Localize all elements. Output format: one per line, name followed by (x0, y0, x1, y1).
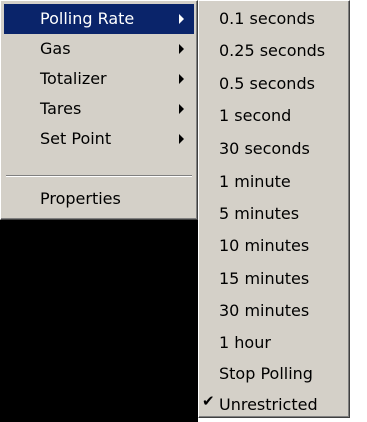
submenu-item-label: 30 minutes (219, 301, 310, 320)
submenu-item-stop-polling[interactable]: Stop Polling (202, 359, 346, 389)
submenu-item-30-minutes[interactable]: 30 minutes (202, 296, 346, 326)
menu-item-set-point[interactable]: Set Point (4, 124, 194, 154)
menu-item-polling-rate[interactable]: Polling Rate (4, 4, 194, 34)
submenu-item-label: Stop Polling (219, 364, 313, 383)
menu-item-label: Gas (40, 39, 71, 58)
background-window (0, 220, 198, 422)
menu-item-properties[interactable]: Properties (4, 184, 194, 214)
submenu-item-label: 5 minutes (219, 204, 300, 223)
menu-item-label: Totalizer (40, 69, 107, 88)
submenu-item-1-minute[interactable]: 1 minute (202, 167, 346, 197)
menu-item-label: Polling Rate (40, 9, 135, 28)
submenu-item-30-seconds[interactable]: 30 seconds (202, 134, 346, 164)
menu-item-label: Properties (40, 189, 121, 208)
submenu-arrow-icon (179, 44, 184, 54)
submenu-item-label: 1 second (219, 106, 292, 125)
submenu-item-0-25-seconds[interactable]: 0.25 seconds (202, 36, 346, 66)
context-menu: Polling Rate Gas Totalizer Tares Set Poi… (0, 0, 198, 220)
screen: Polling Rate Gas Totalizer Tares Set Poi… (0, 0, 367, 422)
submenu-item-label: 10 minutes (219, 236, 310, 255)
submenu-item-10-minutes[interactable]: 10 minutes (202, 231, 346, 261)
submenu-item-label: Unrestricted (219, 395, 318, 414)
submenu-item-label: 0.1 seconds (219, 9, 315, 28)
submenu-arrow-icon (179, 74, 184, 84)
submenu-item-label: 0.25 seconds (219, 41, 326, 60)
menu-item-label: Tares (40, 99, 82, 118)
checkmark-icon: ✔ (202, 392, 215, 410)
submenu-item-unrestricted[interactable]: ✔ Unrestricted (202, 390, 346, 420)
submenu-item-1-second[interactable]: 1 second (202, 101, 346, 131)
submenu-arrow-icon (179, 134, 184, 144)
polling-rate-submenu: 0.1 seconds 0.25 seconds 0.5 seconds 1 s… (198, 0, 350, 418)
submenu-arrow-icon (179, 104, 184, 114)
menu-separator (6, 175, 192, 177)
submenu-item-5-minutes[interactable]: 5 minutes (202, 199, 346, 229)
submenu-item-label: 1 minute (219, 172, 291, 191)
submenu-item-1-hour[interactable]: 1 hour (202, 328, 346, 358)
submenu-item-label: 30 seconds (219, 139, 310, 158)
submenu-item-0-5-seconds[interactable]: 0.5 seconds (202, 69, 346, 99)
menu-item-label: Set Point (40, 129, 112, 148)
menu-item-gas[interactable]: Gas (4, 34, 194, 64)
submenu-arrow-icon (179, 14, 184, 24)
menu-item-tares[interactable]: Tares (4, 94, 194, 124)
submenu-item-15-minutes[interactable]: 15 minutes (202, 264, 346, 294)
submenu-item-label: 0.5 seconds (219, 74, 315, 93)
submenu-item-label: 1 hour (219, 333, 271, 352)
submenu-item-0-1-seconds[interactable]: 0.1 seconds (202, 4, 346, 34)
submenu-item-label: 15 minutes (219, 269, 310, 288)
menu-item-totalizer[interactable]: Totalizer (4, 64, 194, 94)
